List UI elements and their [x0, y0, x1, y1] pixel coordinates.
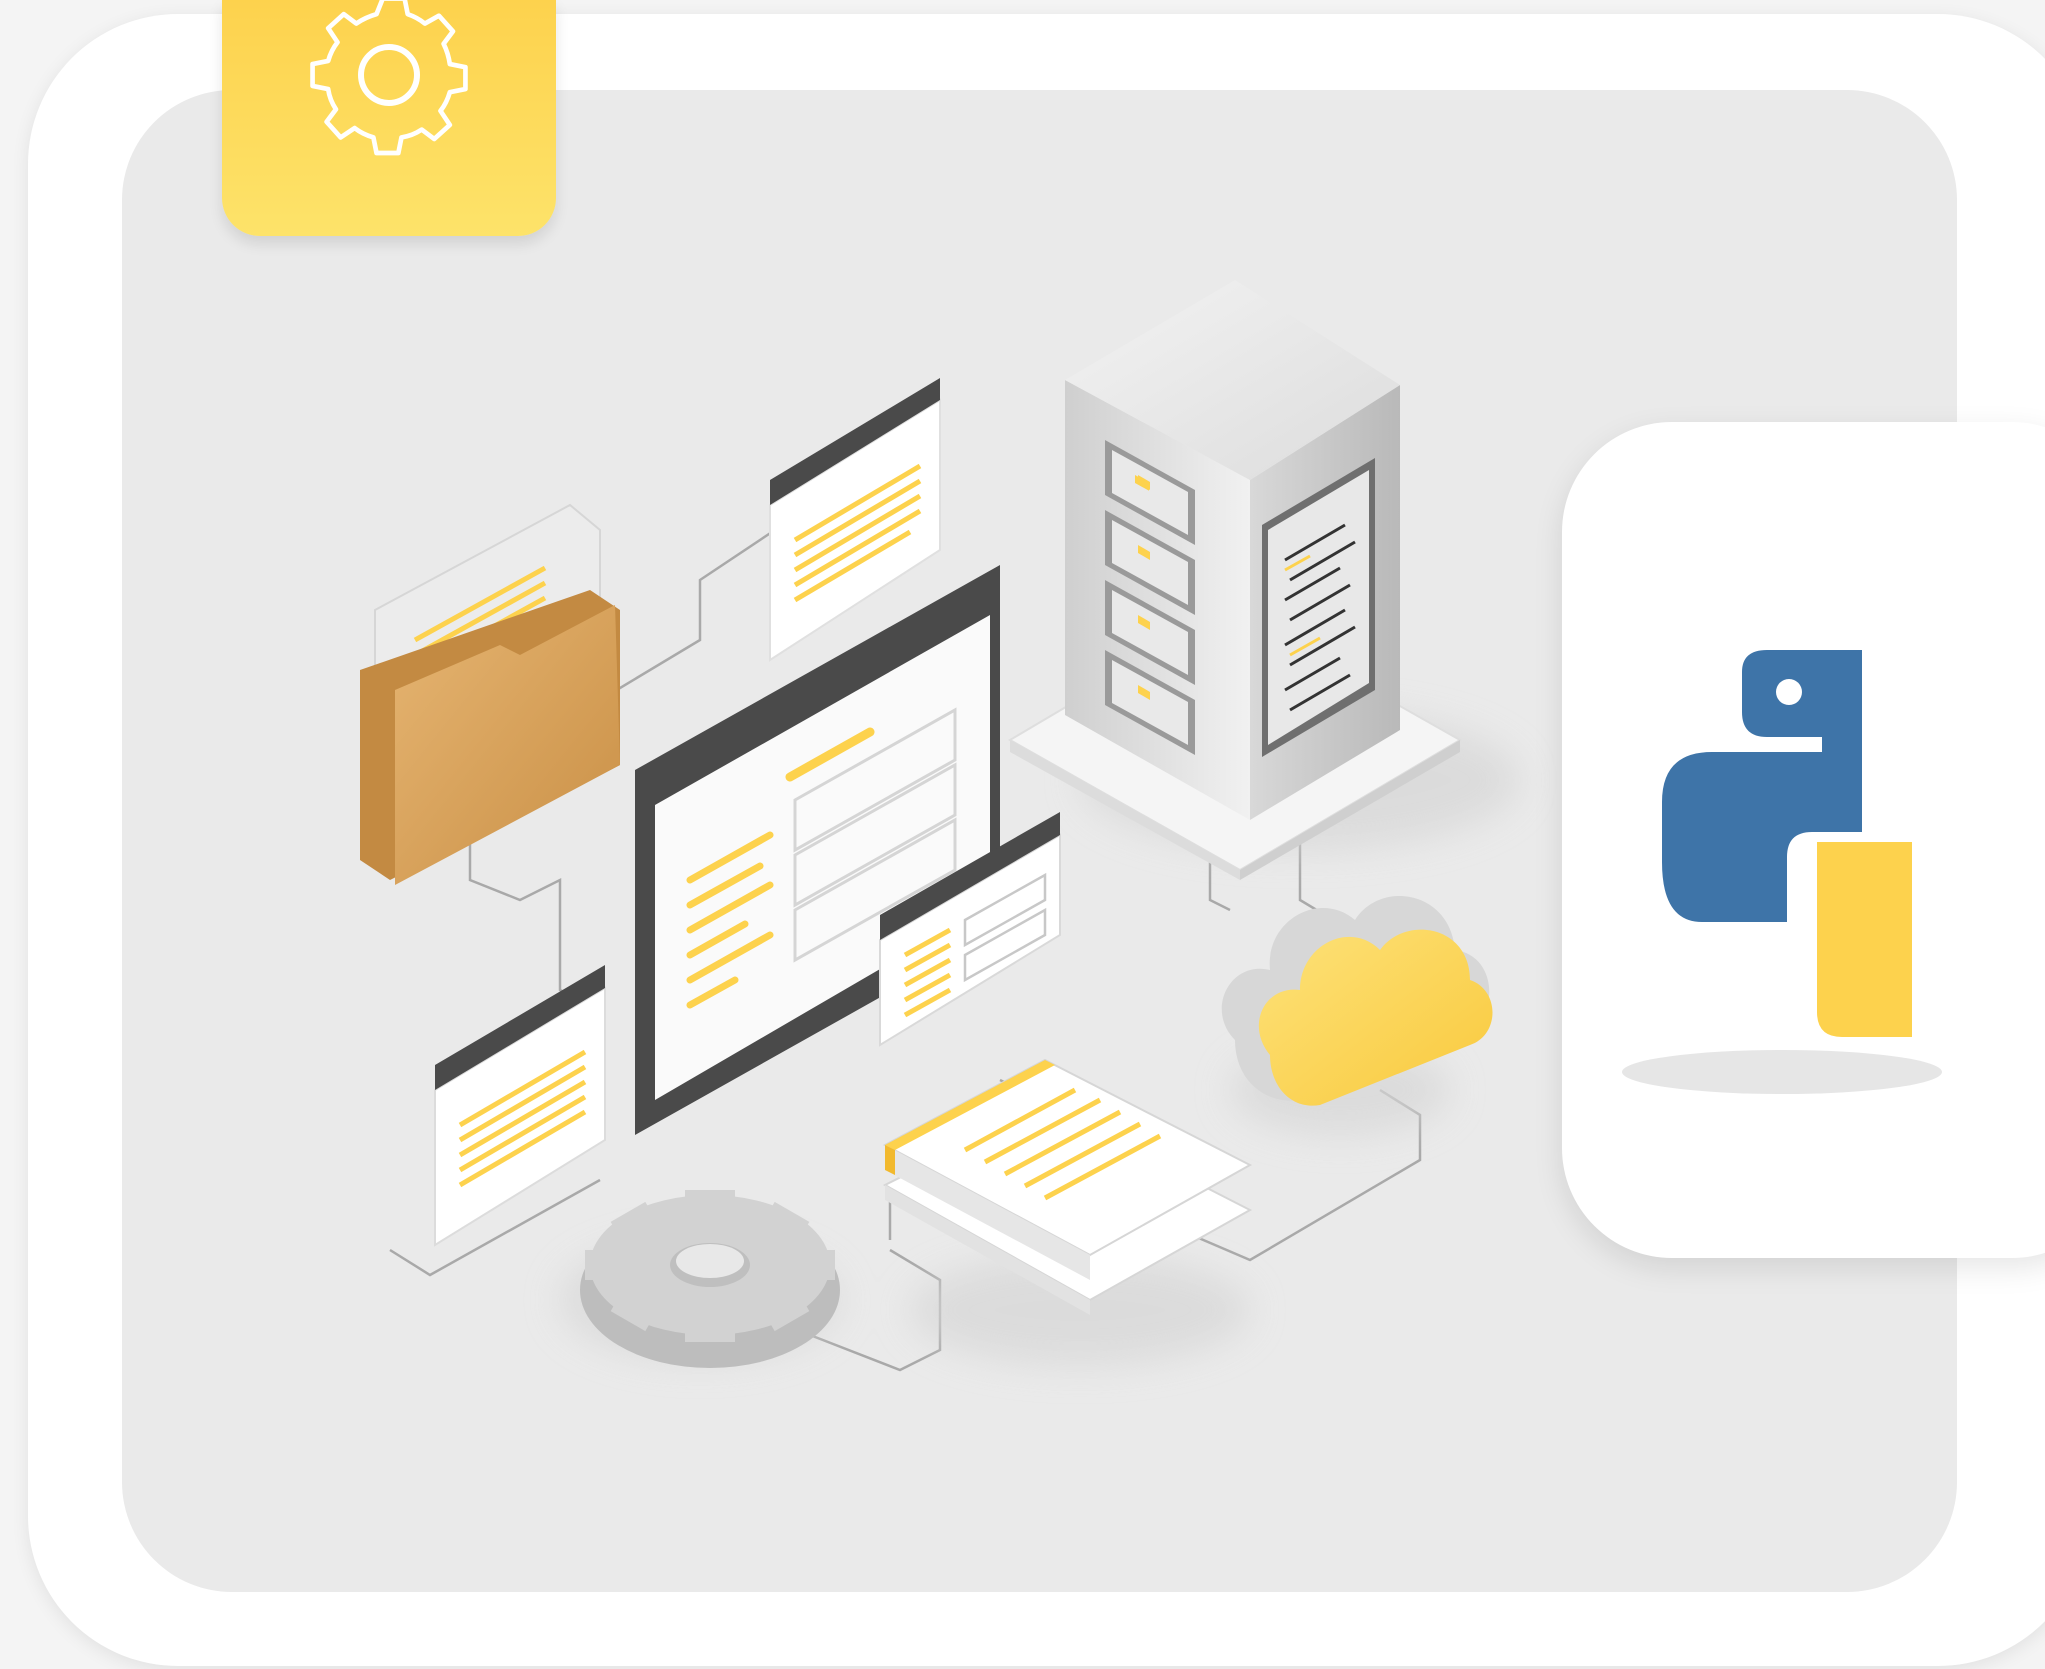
cloud-icon [1221, 896, 1493, 1106]
illustration-canvas [0, 0, 2045, 1669]
gear-icon [310, 0, 468, 156]
settings-badge [222, 0, 556, 236]
folder-icon [360, 503, 620, 885]
server-icon [1008, 280, 1462, 880]
browser-window-icon [635, 565, 1000, 1135]
python-card [1562, 422, 2045, 1258]
document-icon-lower [434, 965, 606, 1247]
python-logo-icon [1622, 650, 1942, 1094]
cog-icon [580, 1190, 840, 1368]
